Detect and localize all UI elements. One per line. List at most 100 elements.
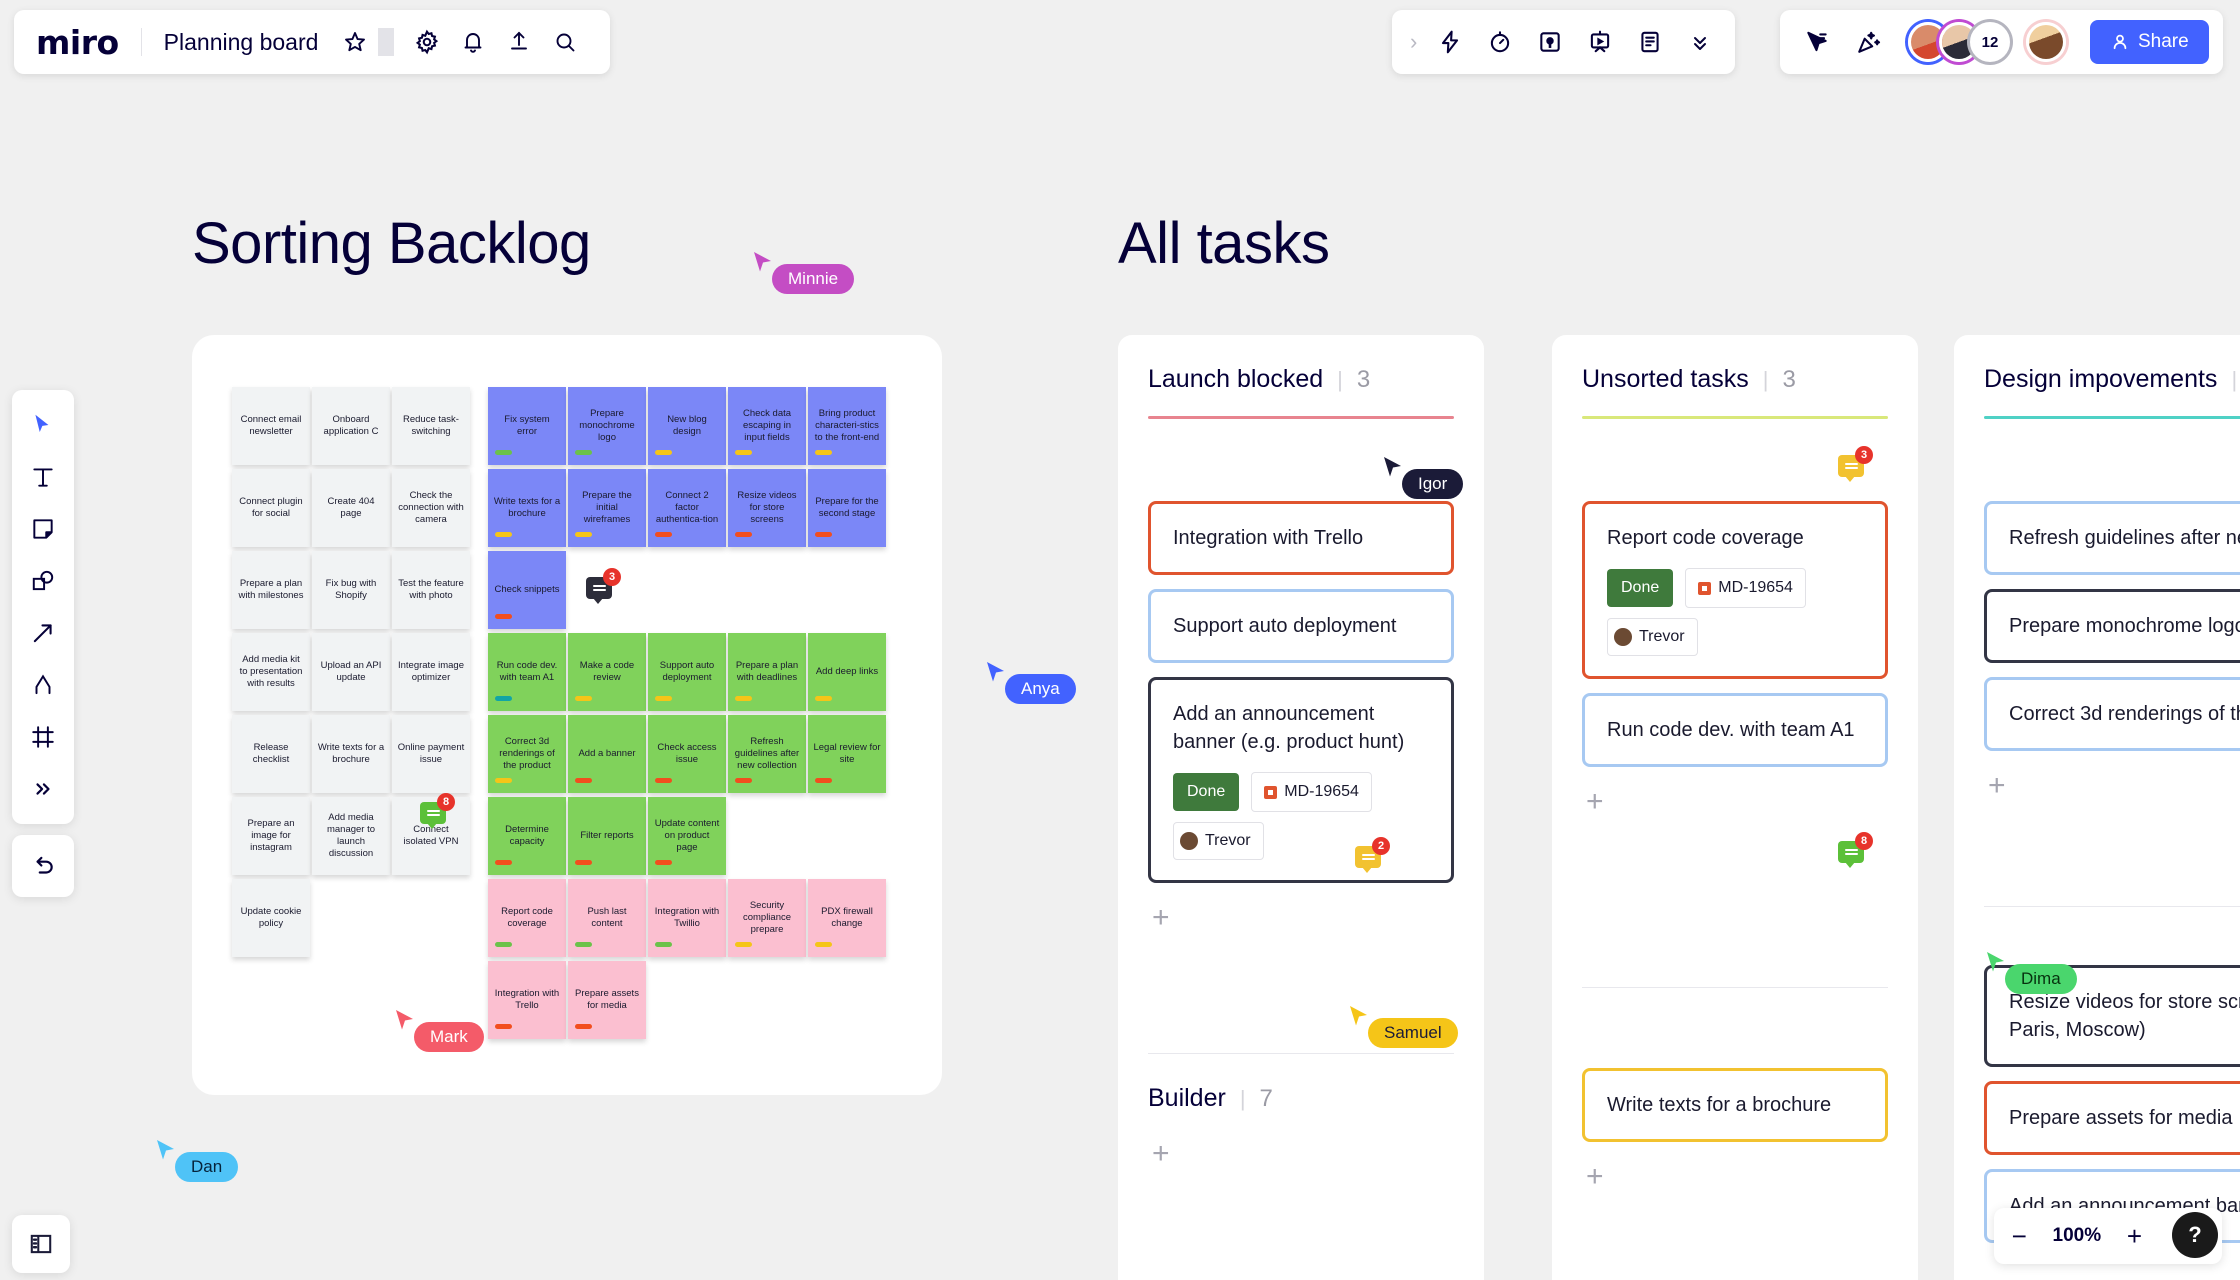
board-title[interactable]: Planning board xyxy=(142,29,333,56)
sticky-note[interactable]: Add a banner xyxy=(568,715,646,793)
video-chat-icon[interactable] xyxy=(1527,19,1573,65)
task-card[interactable]: Prepare assets for media xyxy=(1984,1081,2240,1155)
sticky-note[interactable]: Prepare assets for media xyxy=(568,961,646,1039)
sticky-note[interactable]: Resize videos for store screens xyxy=(728,469,806,547)
share-button[interactable]: Share xyxy=(2090,20,2209,64)
assignee-chip[interactable]: Trevor xyxy=(1173,822,1264,860)
task-card[interactable]: Run code dev. with team A1 xyxy=(1582,693,1888,767)
bell-icon[interactable] xyxy=(450,19,496,65)
miro-logo[interactable]: miro xyxy=(36,23,141,62)
sticky-note[interactable]: Check the connection with camera xyxy=(392,469,470,547)
sticky-note[interactable]: Refresh guidelines after new collection xyxy=(728,715,806,793)
arrow-tool[interactable] xyxy=(20,610,66,656)
zoom-out-button[interactable]: − xyxy=(2012,1223,2027,1249)
sticky-note[interactable]: Filter reports xyxy=(568,797,646,875)
sticky-note[interactable]: Run code dev. with team A1 xyxy=(488,633,566,711)
sticky-note[interactable]: Prepare monochrome logo xyxy=(568,387,646,465)
upload-icon[interactable] xyxy=(496,19,542,65)
task-card[interactable]: Report code coverage Done MD-19654 Trevo… xyxy=(1582,501,1888,679)
comments-icon[interactable] xyxy=(1627,19,1673,65)
sticky-note[interactable]: Support auto deployment xyxy=(648,633,726,711)
select-tool[interactable] xyxy=(20,402,66,448)
sticky-note[interactable]: Prepare for the second stage xyxy=(808,469,886,547)
comment-badge[interactable]: 3 xyxy=(586,568,621,604)
task-card[interactable]: Refresh guidelines after new collection xyxy=(1984,501,2240,575)
task-card[interactable]: Correct 3d renderings of the product xyxy=(1984,677,2240,751)
add-card-button[interactable]: + xyxy=(1586,1162,1604,1192)
celebrate-icon[interactable] xyxy=(1846,19,1892,65)
sticky-note[interactable]: Report code coverage xyxy=(488,879,566,957)
panel-toggle-button[interactable] xyxy=(12,1215,70,1273)
star-icon[interactable] xyxy=(332,19,378,65)
assignee-chip[interactable]: Trevor xyxy=(1607,618,1698,656)
sticky-note[interactable]: Make a code review xyxy=(568,633,646,711)
sticky-note[interactable]: Update content on product page xyxy=(648,797,726,875)
avatar-overflow-count[interactable]: 12 xyxy=(1970,22,2010,62)
sticky-note[interactable]: Reduce task-switching xyxy=(392,387,470,465)
task-card[interactable]: Add an announcement banner (e.g. product… xyxy=(1148,677,1454,883)
sticky-note[interactable]: Connect email newsletter xyxy=(232,387,310,465)
text-tool[interactable] xyxy=(20,454,66,500)
issue-id-chip[interactable]: MD-19654 xyxy=(1251,772,1372,812)
sticky-note[interactable]: Legal review for site xyxy=(808,715,886,793)
add-card-button[interactable]: + xyxy=(1152,1139,1170,1169)
sticky-note[interactable]: Test the feature with photo xyxy=(392,551,470,629)
sticky-note[interactable]: Check snippets xyxy=(488,551,566,629)
sticky-note[interactable]: Add media kit to presentation with resul… xyxy=(232,633,310,711)
sticky-note[interactable]: Upload an API update xyxy=(312,633,390,711)
sticky-note[interactable]: Bring product characteri-stics to the fr… xyxy=(808,387,886,465)
sticky-note[interactable]: Fix system error xyxy=(488,387,566,465)
task-card[interactable]: Prepare monochrome logo xyxy=(1984,589,2240,663)
zoom-in-button[interactable]: + xyxy=(2127,1223,2142,1249)
sticky-note[interactable]: New blog design xyxy=(648,387,726,465)
sticky-note[interactable]: Update cookie policy xyxy=(232,879,310,957)
sticky-note[interactable]: Write texts for a brochure xyxy=(488,469,566,547)
sticky-note[interactable]: Add deep links xyxy=(808,633,886,711)
sticky-note[interactable]: Integrate image optimizer xyxy=(392,633,470,711)
zoom-level[interactable]: 100% xyxy=(2049,1225,2105,1247)
task-card[interactable]: Write texts for a brochure xyxy=(1582,1068,1888,1142)
add-card-button[interactable]: + xyxy=(1988,771,2006,801)
add-card-button[interactable]: + xyxy=(1152,903,1170,933)
sticky-note[interactable]: Online payment issue xyxy=(392,715,470,793)
comment-badge[interactable]: 2 xyxy=(1355,837,1390,873)
sticky-note[interactable]: PDX firewall change xyxy=(808,879,886,957)
sticky-note[interactable]: Connect 2 factor authentica-tion xyxy=(648,469,726,547)
sticky-note[interactable]: Create 404 page xyxy=(312,469,390,547)
sticky-note[interactable]: Determine capacity xyxy=(488,797,566,875)
chevron-right-icon[interactable]: › xyxy=(1404,29,1423,55)
frame-tool[interactable] xyxy=(20,714,66,760)
sticky-note[interactable]: Check access issue xyxy=(648,715,726,793)
sticky-note[interactable]: Write texts for a brochure xyxy=(312,715,390,793)
sticky-note[interactable]: Release checklist xyxy=(232,715,310,793)
sticky-note[interactable]: Prepare a plan with milestones xyxy=(232,551,310,629)
sticky-note[interactable]: Add media manager to launch discussion xyxy=(312,797,390,875)
pen-tool[interactable] xyxy=(20,662,66,708)
timer-icon[interactable] xyxy=(1477,19,1523,65)
cursor-attention-icon[interactable] xyxy=(1794,19,1840,65)
sticky-note[interactable]: Connect plugin for social xyxy=(232,469,310,547)
issue-id-chip[interactable]: MD-19654 xyxy=(1685,568,1806,608)
sticky-note[interactable]: Security compliance prepare xyxy=(728,879,806,957)
sticky-note[interactable]: Integration with Trello xyxy=(488,961,566,1039)
sticky-note[interactable]: Prepare the initial wireframes xyxy=(568,469,646,547)
sticky-note-tool[interactable] xyxy=(20,506,66,552)
gear-icon[interactable] xyxy=(404,19,450,65)
lightning-icon[interactable] xyxy=(1427,19,1473,65)
sticky-note[interactable]: Prepare a plan with deadlines xyxy=(728,633,806,711)
chevron-double-down-icon[interactable] xyxy=(1677,19,1723,65)
presentation-icon[interactable] xyxy=(1577,19,1623,65)
sticky-note[interactable]: Fix bug with Shopify xyxy=(312,551,390,629)
avatar[interactable] xyxy=(2026,22,2066,62)
shapes-tool[interactable] xyxy=(20,558,66,604)
task-card[interactable]: Integration with Trello xyxy=(1148,501,1454,575)
sticky-note[interactable]: Check data escaping in input fields xyxy=(728,387,806,465)
search-icon[interactable] xyxy=(542,19,588,65)
sticky-note[interactable]: Push last content xyxy=(568,879,646,957)
comment-badge[interactable]: 8 xyxy=(420,793,455,829)
more-tools[interactable] xyxy=(20,766,66,812)
undo-button[interactable] xyxy=(12,835,74,897)
add-card-button[interactable]: + xyxy=(1586,787,1604,817)
sticky-note[interactable]: Correct 3d renderings of the product xyxy=(488,715,566,793)
sticky-note[interactable]: Prepare an image for instagram xyxy=(232,797,310,875)
